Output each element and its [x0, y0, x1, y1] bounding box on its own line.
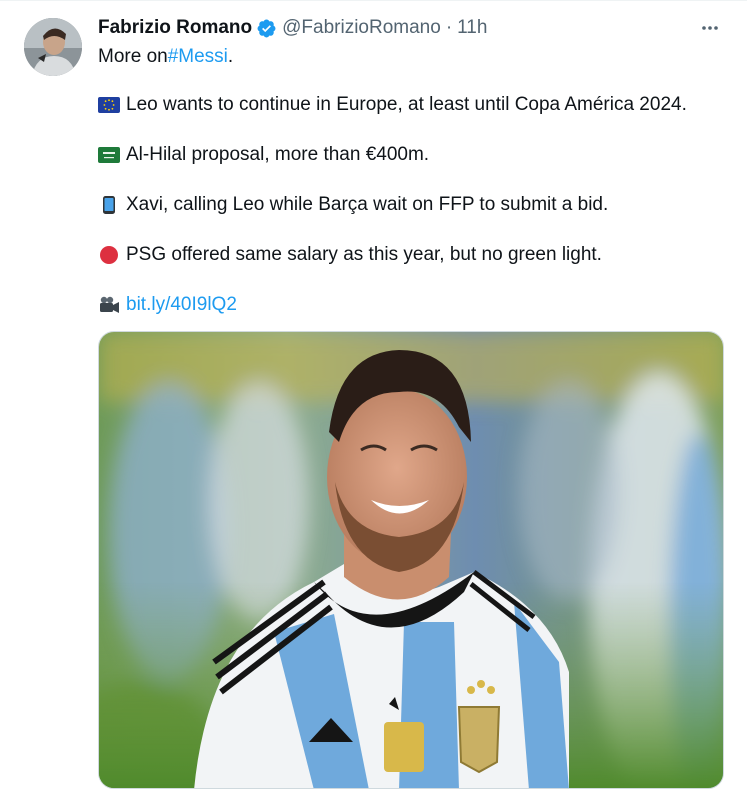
tweet-card[interactable]: Fabrizio Romano @FabrizioRomano · 11h Mo… — [0, 0, 747, 800]
short-link[interactable]: bit.ly/40I9lQ2 — [126, 293, 237, 317]
tweet-line-xavi: Xavi, calling Leo while Barça wait on FF… — [98, 193, 608, 217]
tweet-timestamp[interactable]: 11h — [457, 16, 487, 40]
more-horizontal-icon — [702, 26, 718, 30]
tweet-line-text: PSG offered same salary as this year, bu… — [126, 244, 602, 265]
tweet-line-link: bit.ly/40I9lQ2 — [98, 293, 237, 317]
author-handle[interactable]: @FabrizioRomano — [282, 16, 441, 40]
tweet-media-photo[interactable] — [98, 331, 724, 789]
tweet-line-psg: PSG offered same salary as this year, bu… — [98, 243, 602, 267]
movie-camera-icon — [100, 296, 119, 313]
tweet-line-europe: Leo wants to continue in Europe, at leas… — [98, 93, 687, 117]
more-options-button[interactable] — [697, 15, 723, 41]
red-circle-icon — [100, 246, 118, 264]
saudi-flag-icon — [98, 147, 120, 163]
verified-badge-icon — [257, 19, 276, 37]
tweet-intro-line: More on #Messi . — [98, 45, 233, 69]
tweet-line-text: Leo wants to continue in Europe, at leas… — [126, 94, 687, 115]
tweet-header: Fabrizio Romano @FabrizioRomano · 11h — [98, 16, 487, 40]
author-avatar[interactable] — [24, 18, 82, 76]
author-name[interactable]: Fabrizio Romano — [98, 16, 252, 40]
intro-prefix: More on — [98, 46, 168, 67]
avatar-image — [24, 18, 82, 76]
hashtag-link[interactable]: #Messi — [168, 45, 228, 69]
intro-suffix: . — [227, 46, 234, 67]
header-separator: · — [445, 17, 453, 38]
mobile-phone-icon — [103, 196, 115, 214]
tweet-line-text: Xavi, calling Leo while Barça wait on FF… — [126, 194, 609, 215]
tweet-line-alhilal: Al-Hilal proposal, more than €400m. — [98, 143, 429, 167]
player-photo — [99, 332, 723, 788]
tweet-line-text: Al-Hilal proposal, more than €400m. — [126, 144, 430, 165]
eu-flag-icon — [98, 97, 120, 113]
